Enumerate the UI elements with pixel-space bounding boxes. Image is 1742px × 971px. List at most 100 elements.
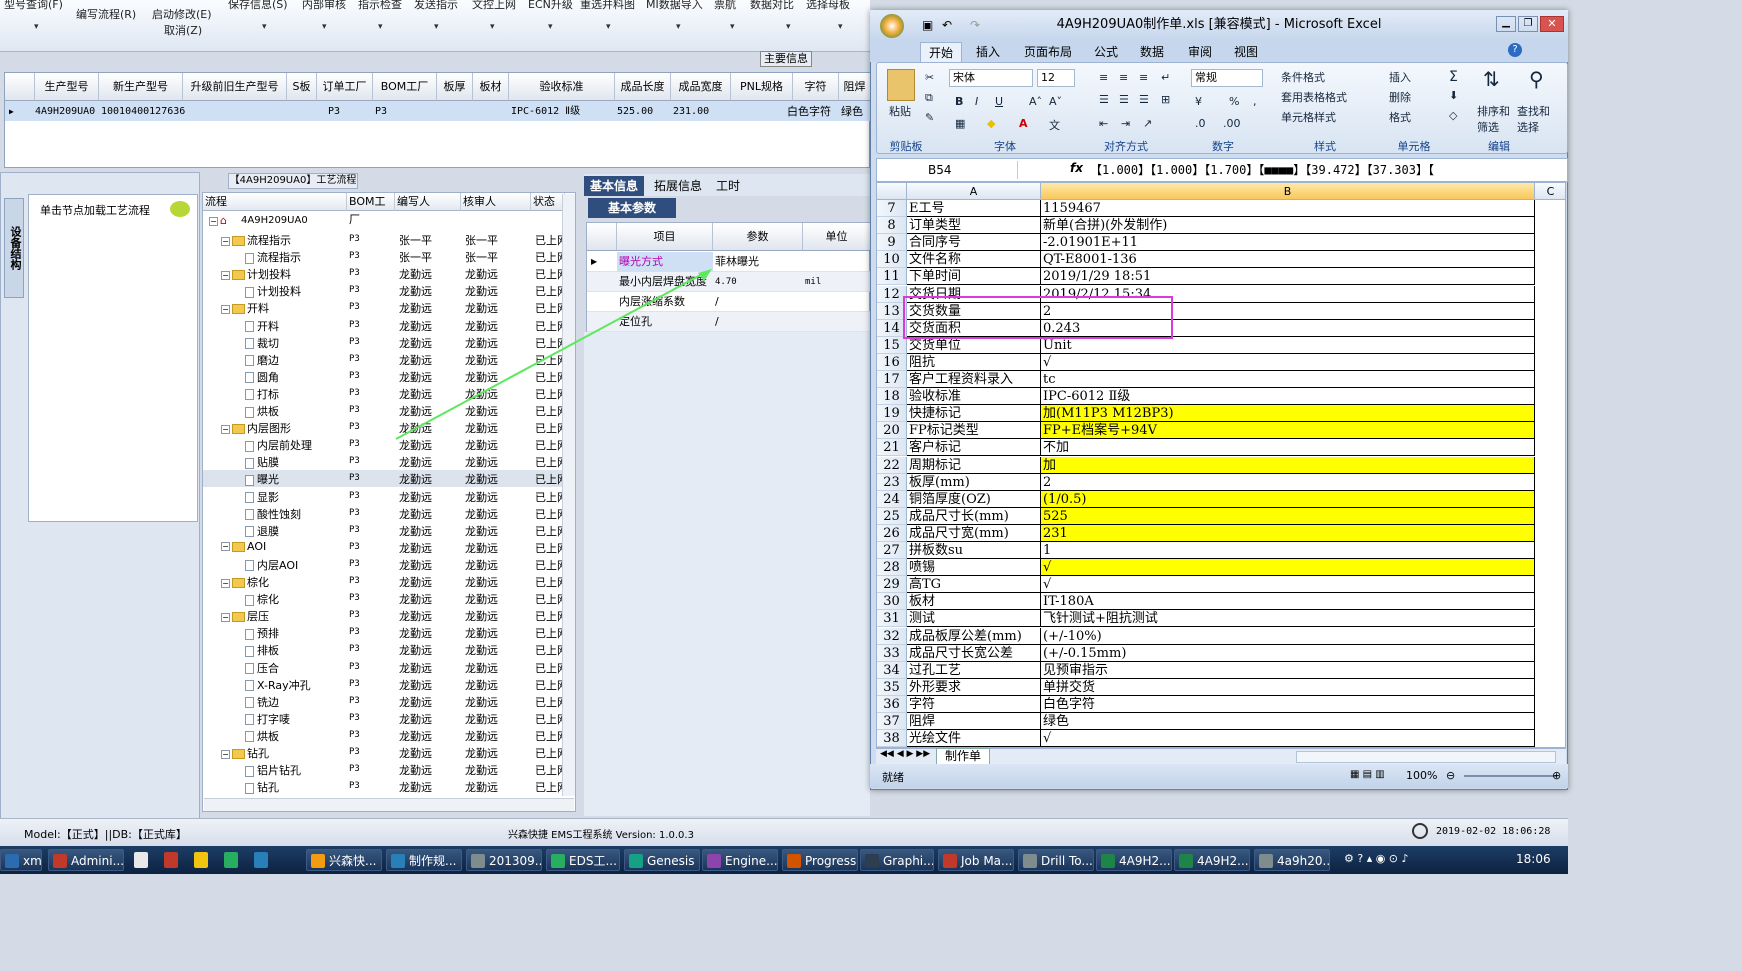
tree-node[interactable]: − 钻孔 P3 龙勤远 龙勤远 已上网 xyxy=(203,744,563,761)
taskbar-item[interactable]: 201309... xyxy=(466,849,542,871)
decrease-decimal-icon[interactable]: .00 xyxy=(1223,117,1241,130)
cell-a[interactable]: FP标记类型 xyxy=(907,422,1041,440)
cell-b[interactable]: IPC-6012 Ⅱ级 xyxy=(1041,388,1535,406)
align-left-icon[interactable]: ☰ xyxy=(1099,93,1109,106)
toolbar-data-compare[interactable]: 数据对比 xyxy=(750,0,794,12)
row-number[interactable]: 24 xyxy=(877,490,907,508)
align-bottom-icon[interactable]: ≡ xyxy=(1139,71,1148,84)
cell-a[interactable]: 高TG xyxy=(907,576,1041,594)
collapse-icon[interactable]: − xyxy=(221,578,230,588)
undo-icon[interactable]: ↶ xyxy=(942,10,952,40)
select-all-corner[interactable] xyxy=(877,183,907,200)
close-icon[interactable]: ✕ xyxy=(1540,16,1564,32)
sheet-tab-main[interactable]: 制作单 xyxy=(936,748,991,765)
param-header-value[interactable]: 参数 xyxy=(713,223,803,251)
cell-a[interactable]: 铜箔厚度(OZ) xyxy=(907,490,1041,508)
comment-bubble-icon[interactable] xyxy=(170,201,190,217)
row-number[interactable]: 15 xyxy=(877,336,907,354)
percent-icon[interactable]: % xyxy=(1229,95,1239,108)
fx-icon[interactable]: fx xyxy=(1070,161,1083,175)
tab-view[interactable]: 视图 xyxy=(1226,42,1266,62)
phonetic-icon[interactable]: 文 xyxy=(1049,117,1060,133)
office-button-icon[interactable] xyxy=(880,14,904,38)
clear-icon[interactable]: ◇ xyxy=(1449,109,1457,122)
row-number[interactable]: 22 xyxy=(877,456,907,474)
grid-header[interactable]: 成品长度 xyxy=(615,73,671,101)
row-number[interactable]: 28 xyxy=(877,559,907,577)
horizontal-scrollbar[interactable] xyxy=(1296,751,1556,763)
tree-node[interactable]: 曝光 P3 龙勤远 龙勤远 已上网 xyxy=(203,470,563,488)
align-right-icon[interactable]: ☰ xyxy=(1139,93,1149,106)
taskbar-item[interactable]: xmail xyxy=(0,849,42,871)
chevron-down-icon[interactable]: ▾ xyxy=(34,22,39,32)
format-cells-button[interactable]: 格式 xyxy=(1389,109,1411,125)
grid-header[interactable]: S板 xyxy=(287,73,317,101)
tree-node[interactable]: 烘板 P3 龙勤远 龙勤远 已上网 xyxy=(203,727,563,744)
cell-b[interactable]: (+/-0.15mm) xyxy=(1041,644,1535,662)
row-number[interactable]: 31 xyxy=(877,610,907,628)
fill-icon[interactable]: ⬇ xyxy=(1449,89,1458,102)
row-number[interactable]: 32 xyxy=(877,627,907,645)
tab-extended-info[interactable]: 拓展信息 xyxy=(648,176,708,196)
cell-b[interactable]: 1159467 xyxy=(1041,200,1535,217)
quick-launch-icon[interactable] xyxy=(164,852,178,868)
cell-b[interactable]: IT-180A xyxy=(1041,593,1535,611)
cell-a[interactable]: 成品尺寸长(mm) xyxy=(907,507,1041,525)
insert-cells-button[interactable]: 插入 xyxy=(1389,69,1411,85)
cell-b[interactable]: 新单(合拼)(外发制作) xyxy=(1041,217,1535,235)
font-color-icon[interactable]: A xyxy=(1019,117,1028,130)
row-number[interactable]: 11 xyxy=(877,268,907,286)
cell-a[interactable]: 订单类型 xyxy=(907,217,1041,235)
chevron-down-icon[interactable]: ▾ xyxy=(378,22,383,32)
cell-b[interactable]: QT-E8001-136 xyxy=(1041,251,1535,269)
cell-b[interactable]: 1 xyxy=(1041,542,1535,559)
collapse-icon[interactable]: − xyxy=(221,749,230,759)
align-middle-icon[interactable]: ≡ xyxy=(1119,71,1128,84)
shrink-font-icon[interactable]: A˅ xyxy=(1049,95,1062,108)
row-number[interactable]: 21 xyxy=(877,439,907,457)
grid-header[interactable]: BOM工厂 xyxy=(373,73,437,101)
tree-node[interactable]: 显影 P3 龙勤远 龙勤远 已上网 xyxy=(203,488,563,505)
grid-header[interactable]: 字符 xyxy=(793,73,839,101)
table-format-button[interactable]: 套用表格格式 xyxy=(1281,89,1347,105)
chevron-down-icon[interactable]: ▾ xyxy=(434,22,439,32)
toolbar-instruction-check[interactable]: 指示检查 xyxy=(358,0,402,12)
delete-cells-button[interactable]: 删除 xyxy=(1389,89,1411,105)
chevron-down-icon[interactable]: ▾ xyxy=(786,22,791,32)
taskbar-item[interactable]: 4A9H2... xyxy=(1096,849,1172,871)
edit-flow-button[interactable]: 编写流程(R) xyxy=(76,6,136,22)
row-number[interactable]: 10 xyxy=(877,251,907,269)
format-painter-icon[interactable]: ✎ xyxy=(925,111,934,124)
cell-b[interactable]: tc xyxy=(1041,371,1535,388)
cell-b[interactable]: √ xyxy=(1041,730,1535,747)
taskbar-item[interactable]: EDS工... xyxy=(546,849,620,871)
cell-b[interactable]: (1/0.5) xyxy=(1041,490,1535,508)
cell-b[interactable]: Unit xyxy=(1041,336,1535,354)
taskbar-item[interactable]: 制作规... xyxy=(386,849,462,871)
tree-node[interactable]: 流程指示 P3 张一平 张一平 已上网 xyxy=(203,248,563,265)
tab-review[interactable]: 审阅 xyxy=(1180,42,1220,62)
underline-icon[interactable]: U xyxy=(995,95,1003,108)
cell-a[interactable]: 字符 xyxy=(907,695,1041,713)
collapse-icon[interactable]: − xyxy=(209,216,218,226)
row-number[interactable]: 35 xyxy=(877,678,907,696)
toolbar-reselect[interactable]: 重选并料图 xyxy=(580,0,635,12)
toolbar-send-instruction[interactable]: 发送指示 xyxy=(414,0,458,12)
quick-launch-icon[interactable] xyxy=(224,852,238,868)
cell-a[interactable]: 外形要求 xyxy=(907,678,1041,696)
taskbar-item[interactable]: Genesis xyxy=(624,849,700,871)
cell-b[interactable]: 飞针测试+阻抗测试 xyxy=(1041,610,1535,628)
taskbar-item[interactable]: 4a9h20... xyxy=(1254,849,1330,871)
tree-root[interactable]: − ⌂ 4A9H209UA0 xyxy=(203,213,563,230)
grid-cell[interactable]: 10010400127636 xyxy=(101,102,185,122)
taskbar-item[interactable]: Graphi... xyxy=(860,849,934,871)
cell-a[interactable]: 客户工程资料录入 xyxy=(907,371,1041,388)
cell-b[interactable]: 2019/1/29 18:51 xyxy=(1041,268,1535,286)
cell-b[interactable]: -2.01901E+11 xyxy=(1041,234,1535,252)
number-format-select[interactable]: 常规 xyxy=(1191,69,1263,87)
chevron-down-icon[interactable]: ▾ xyxy=(838,22,843,32)
find-icon[interactable]: ⚲ xyxy=(1529,67,1544,91)
taskbar-item[interactable]: Engine... xyxy=(702,849,778,871)
zoom-out-icon[interactable]: ⊖ xyxy=(1446,769,1455,782)
row-number[interactable]: 34 xyxy=(877,661,907,679)
